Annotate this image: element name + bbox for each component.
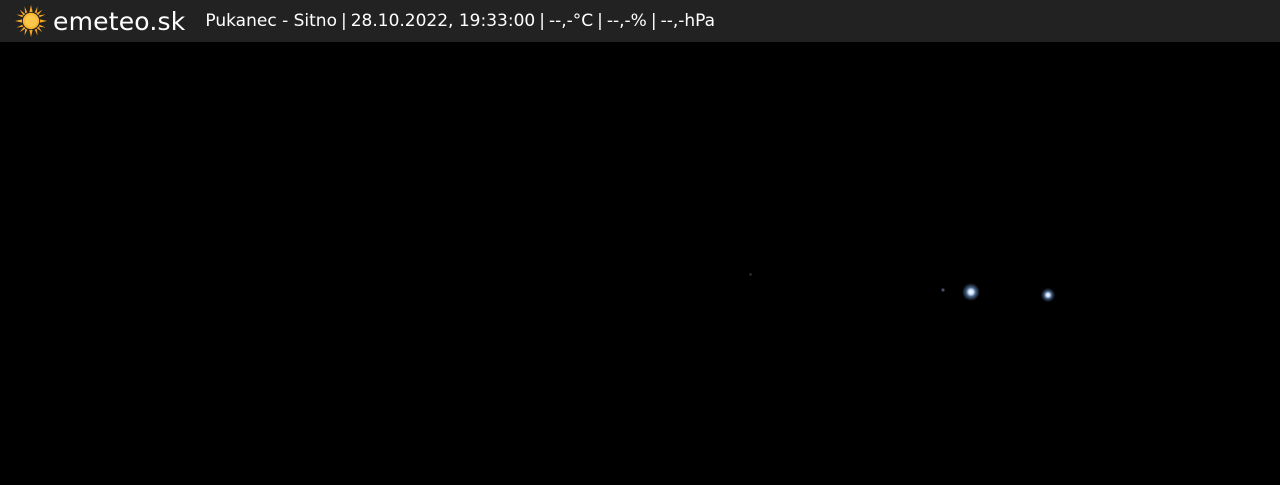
logo[interactable]: emeteo.sk: [14, 4, 185, 38]
datetime-label: 28.10.2022, 19:33:00: [350, 11, 536, 31]
brand-name: emeteo.sk: [53, 6, 186, 36]
separator: |: [650, 11, 657, 31]
location-label: Pukanec - Sitno: [205, 11, 337, 31]
sun-icon: [15, 5, 47, 37]
distant-light: [1041, 288, 1055, 302]
separator: |: [597, 11, 603, 31]
station-info: Pukanec - Sitno | 28.10.2022, 19:33:00 |…: [205, 11, 715, 31]
distant-light: [941, 288, 945, 292]
temperature-value: --,-°C: [548, 11, 594, 31]
pressure-value: --,-hPa: [660, 11, 716, 31]
distant-light: [749, 273, 752, 276]
distant-light: [962, 283, 980, 301]
separator: |: [340, 11, 347, 31]
webcam-frame: emeteo.sk Pukanec - Sitno | 28.10.2022, …: [0, 0, 1280, 485]
humidity-value: --,-%: [606, 11, 647, 31]
webcam-image: [0, 42, 1280, 485]
info-bar: emeteo.sk Pukanec - Sitno | 28.10.2022, …: [0, 0, 1280, 42]
separator: |: [539, 11, 545, 31]
